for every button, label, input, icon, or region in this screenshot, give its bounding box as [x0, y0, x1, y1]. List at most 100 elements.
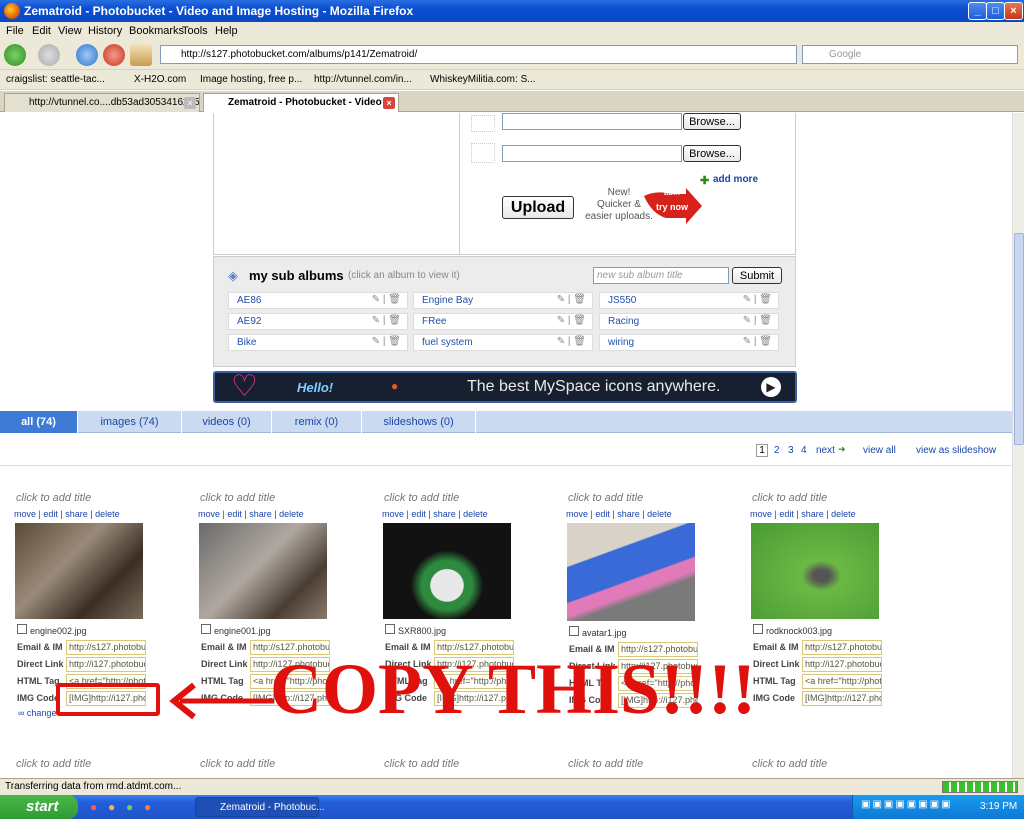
select-checkbox[interactable]	[17, 624, 27, 634]
edit-link[interactable]: edit	[595, 509, 610, 519]
menu-view[interactable]: View	[58, 25, 82, 37]
tab-vtunnel[interactable]: http://vtunnel.co....db53ad3053416235 ×	[4, 93, 200, 112]
browse-button-2[interactable]: Browse...	[683, 145, 741, 162]
delete-link[interactable]: delete	[831, 509, 856, 519]
move-link[interactable]: move	[198, 509, 220, 519]
menu-tools[interactable]: Tools	[182, 25, 208, 37]
album-item[interactable]: wiring ✎ | 🗑	[599, 334, 779, 351]
email-im-field[interactable]: http://s127.photobuc	[66, 640, 146, 655]
minimize-button[interactable]: _	[968, 2, 987, 20]
album-item[interactable]: JS550 ✎ | 🗑	[599, 292, 779, 309]
menu-edit[interactable]: Edit	[32, 25, 51, 37]
media-thumbnail[interactable]	[383, 523, 511, 619]
quicklaunch-icon[interactable]: ●	[126, 800, 133, 814]
edit-link[interactable]: edit	[43, 509, 58, 519]
share-link[interactable]: share	[801, 509, 824, 519]
media-thumbnail[interactable]	[567, 523, 695, 621]
edit-delete-icons[interactable]: ✎ | 🗑	[557, 294, 586, 305]
edit-delete-icons[interactable]: ✎ | 🗑	[557, 315, 586, 326]
delete-link[interactable]: delete	[463, 509, 488, 519]
view-slideshow-link[interactable]: view as slideshow	[916, 445, 996, 456]
edit-link[interactable]: edit	[411, 509, 426, 519]
delete-link[interactable]: delete	[647, 509, 672, 519]
edit-delete-icons[interactable]: ✎ | 🗑	[743, 336, 772, 347]
try-now-arrow[interactable]: BETA try now	[642, 188, 702, 226]
album-item[interactable]: Bike ✎ | 🗑	[228, 334, 408, 351]
img-code-field[interactable]: [IMG]http://i127.pho	[802, 691, 882, 706]
move-link[interactable]: move	[382, 509, 404, 519]
home-icon[interactable]	[130, 44, 152, 66]
album-item[interactable]: fuel system ✎ | 🗑	[413, 334, 593, 351]
select-checkbox[interactable]	[385, 624, 395, 634]
edit-delete-icons[interactable]: ✎ | 🗑	[743, 315, 772, 326]
album-item[interactable]: Engine Bay ✎ | 🗑	[413, 292, 593, 309]
start-button[interactable]: start	[0, 795, 78, 819]
move-link[interactable]: move	[14, 509, 36, 519]
filter-remix[interactable]: remix (0)	[272, 411, 362, 433]
filter-videos[interactable]: videos (0)	[182, 411, 272, 433]
edit-delete-icons[interactable]: ✎ | 🗑	[372, 336, 401, 347]
delete-link[interactable]: delete	[95, 509, 120, 519]
share-link[interactable]: share	[617, 509, 640, 519]
share-link[interactable]: share	[249, 509, 272, 519]
bookmark-craigslist[interactable]: craigslist: seattle-tac...	[6, 74, 105, 85]
click-to-add-title[interactable]: click to add title	[568, 758, 643, 770]
quicklaunch-icon[interactable]: ●	[144, 800, 151, 814]
next-page-link[interactable]: next	[816, 445, 835, 456]
click-to-add-title[interactable]: click to add title	[752, 758, 827, 770]
quicklaunch-icon[interactable]: ●	[90, 800, 97, 814]
tab-photobucket[interactable]: Zematroid - Photobucket - Video ... ×	[203, 93, 399, 112]
filter-slideshows[interactable]: slideshows (0)	[362, 411, 476, 433]
add-more-link[interactable]: add more	[713, 174, 758, 185]
select-checkbox[interactable]	[569, 626, 579, 636]
direct-link-field[interactable]: http://i127.photobuc	[66, 657, 146, 672]
album-item[interactable]: AE92 ✎ | 🗑	[228, 313, 408, 330]
click-to-add-title[interactable]: click to add title	[16, 758, 91, 770]
page-4[interactable]: 4	[801, 445, 807, 456]
select-checkbox[interactable]	[753, 624, 763, 634]
album-item[interactable]: FRee ✎ | 🗑	[413, 313, 593, 330]
file-input-2[interactable]	[502, 145, 682, 162]
tray-icons[interactable]: ▣▣▣▣▣▣▣▣	[861, 799, 953, 810]
click-to-add-title[interactable]: click to add title	[752, 492, 827, 504]
move-link[interactable]: move	[566, 509, 588, 519]
back-icon[interactable]	[4, 44, 26, 66]
media-thumbnail[interactable]	[199, 523, 327, 619]
upload-button[interactable]: Upload	[502, 196, 574, 219]
page-scrollbar[interactable]	[1012, 113, 1024, 778]
reload-icon[interactable]	[76, 44, 98, 66]
click-to-add-title[interactable]: click to add title	[568, 492, 643, 504]
click-to-add-title[interactable]: click to add title	[384, 758, 459, 770]
album-item[interactable]: Racing ✎ | 🗑	[599, 313, 779, 330]
click-to-add-title[interactable]: click to add title	[16, 492, 91, 504]
direct-link-field[interactable]: http://i127.photobuc	[802, 657, 882, 672]
click-to-add-title[interactable]: click to add title	[200, 492, 275, 504]
filter-images[interactable]: images (74)	[78, 411, 182, 433]
edit-delete-icons[interactable]: ✎ | 🗑	[372, 294, 401, 305]
taskbar-firefox-item[interactable]: Zematroid - Photobuc...	[195, 797, 325, 817]
menu-help[interactable]: Help	[215, 25, 238, 37]
submit-button[interactable]: Submit	[732, 267, 782, 284]
close-tab-icon[interactable]: ×	[184, 97, 196, 109]
bookmark-image-hosting[interactable]: Image hosting, free p...	[200, 74, 302, 85]
view-all-link[interactable]: view all	[863, 445, 896, 456]
url-bar[interactable]: http://s127.photobucket.com/albums/p141/…	[160, 45, 797, 64]
album-item[interactable]: AE86 ✎ | 🗑	[228, 292, 408, 309]
change-link[interactable]: ∞ change	[18, 708, 56, 718]
menu-history[interactable]: History	[88, 25, 122, 37]
html-tag-field[interactable]: <a href="http://photo	[802, 674, 882, 689]
move-link[interactable]: move	[750, 509, 772, 519]
new-sub-album-input[interactable]: new sub album title	[593, 267, 729, 284]
delete-link[interactable]: delete	[279, 509, 304, 519]
click-to-add-title[interactable]: click to add title	[384, 492, 459, 504]
scrollbar-thumb[interactable]	[1014, 233, 1024, 445]
edit-delete-icons[interactable]: ✎ | 🗑	[557, 336, 586, 347]
bookmark-xh2o[interactable]: X-H2O.com	[134, 74, 186, 85]
bookmark-whiskeymilitia[interactable]: WhiskeyMilitia.com: S...	[430, 74, 536, 85]
menu-bookmarks[interactable]: Bookmarks	[129, 25, 184, 37]
edit-link[interactable]: edit	[227, 509, 242, 519]
forward-icon[interactable]	[38, 44, 60, 66]
select-checkbox[interactable]	[201, 624, 211, 634]
myspace-icons-banner[interactable]: ♡ Hello! ● The best MySpace icons anywhe…	[213, 370, 797, 403]
filter-all[interactable]: all (74)	[0, 411, 78, 433]
